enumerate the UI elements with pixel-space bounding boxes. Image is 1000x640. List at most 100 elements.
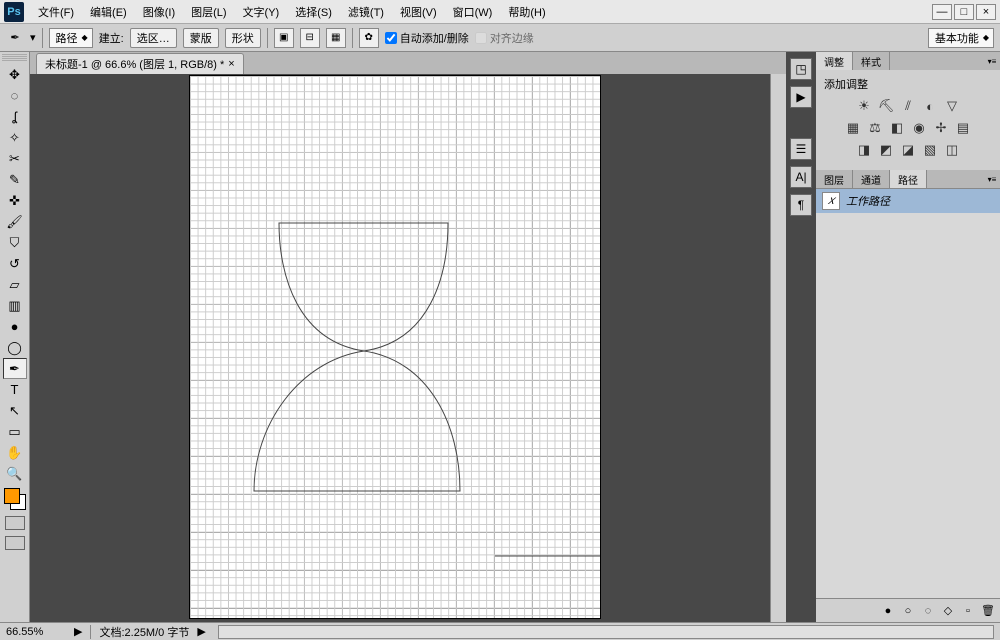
paragraph-panel-icon[interactable]: ¶ <box>790 194 812 216</box>
toolbox-grip[interactable] <box>2 54 27 62</box>
zoom-tool[interactable]: 🔍 <box>3 463 27 484</box>
properties-panel-icon[interactable]: ☰ <box>790 138 812 160</box>
tab-layers[interactable]: 图层 <box>816 170 853 188</box>
eyedropper-tool[interactable]: ✎ <box>3 169 27 190</box>
stroke-path-icon[interactable]: ○ <box>900 603 916 619</box>
colorlookup-icon[interactable]: ▤ <box>955 120 971 136</box>
hue-icon[interactable]: ▦ <box>845 120 861 136</box>
tab-channels[interactable]: 通道 <box>853 170 890 188</box>
threshold-icon[interactable]: ◪ <box>900 142 916 158</box>
make-selection-button[interactable]: 选区… <box>130 28 177 48</box>
document-tab[interactable]: 未标题-1 @ 66.6% (图层 1, RGB/8) * × <box>36 53 244 74</box>
menu-layer[interactable]: 图层(L) <box>183 1 234 23</box>
window-minimize-button[interactable]: — <box>932 4 952 20</box>
make-mask-button[interactable]: 蒙版 <box>183 28 219 48</box>
invert-icon[interactable]: ◨ <box>856 142 872 158</box>
new-path-icon[interactable]: ▫ <box>960 603 976 619</box>
align-edges-checkbox[interactable]: 对齐边缘 <box>475 30 534 46</box>
menu-select[interactable]: 选择(S) <box>287 1 340 23</box>
window-close-button[interactable]: × <box>976 4 996 20</box>
panel-menu-icon[interactable]: ▾≡ <box>984 52 1000 70</box>
make-shape-button[interactable]: 形状 <box>225 28 261 48</box>
gear-icon[interactable]: ✿ <box>359 28 379 48</box>
auto-add-delete-checkbox[interactable]: 自动添加/删除 <box>385 30 469 46</box>
screenmode-toggle[interactable] <box>5 536 25 550</box>
posterize-icon[interactable]: ◩ <box>878 142 894 158</box>
tab-styles[interactable]: 样式 <box>853 52 890 70</box>
horizontal-scrollbar[interactable] <box>218 625 994 639</box>
menu-view[interactable]: 视图(V) <box>392 1 445 23</box>
fill-path-icon[interactable]: ● <box>880 603 896 619</box>
marquee-tool[interactable]: ◌ <box>3 85 27 106</box>
hand-tool[interactable]: ✋ <box>3 442 27 463</box>
chevron-right-icon[interactable]: ▶ <box>197 625 205 638</box>
zoom-level[interactable]: 66.55% <box>6 626 66 638</box>
workspace-select[interactable]: 基本功能 ◆ <box>928 28 994 48</box>
healing-brush-tool[interactable]: ✜ <box>3 190 27 211</box>
document-info[interactable]: 文档:2.25M/0 字节 <box>99 624 189 640</box>
bw-icon[interactable]: ◧ <box>889 120 905 136</box>
eraser-tool[interactable]: ▱ <box>3 274 27 295</box>
path-op-arrange-icon[interactable]: ▦ <box>326 28 346 48</box>
menu-edit[interactable]: 编辑(E) <box>82 1 135 23</box>
photofilter-icon[interactable]: ◉ <box>911 120 927 136</box>
panel-menu-icon[interactable]: ▾≡ <box>984 170 1000 188</box>
make-workpath-icon[interactable]: ◇ <box>940 603 956 619</box>
exposure-icon[interactable]: ◐ <box>922 98 938 114</box>
canvas[interactable] <box>190 76 600 618</box>
path-item-label: 工作路径 <box>846 193 890 209</box>
path-op-combine-icon[interactable]: ▣ <box>274 28 294 48</box>
type-tool[interactable]: T <box>3 379 27 400</box>
adjustments-panel: 添加调整 ☀ ⛏ ⫽ ◐ ▽ ▦ ⚖ ◧ ◉ ✢ ▤ ◨ ◩ ◪ ▧ ◫ <box>816 70 1000 170</box>
curves-icon[interactable]: ⫽ <box>900 98 916 114</box>
vibrance-icon[interactable]: ▽ <box>944 98 960 114</box>
brush-tool[interactable]: 🖌 <box>3 211 27 232</box>
load-selection-icon[interactable]: ◌ <box>920 603 936 619</box>
chevron-right-icon[interactable]: ▶ <box>74 625 82 638</box>
path-item[interactable]: 𝛸 工作路径 <box>816 189 1000 213</box>
separator <box>90 625 91 639</box>
menu-type[interactable]: 文字(Y) <box>235 1 288 23</box>
crop-tool[interactable]: ✂ <box>3 148 27 169</box>
color-swatches[interactable] <box>4 488 26 510</box>
menu-help[interactable]: 帮助(H) <box>500 1 553 23</box>
channelmixer-icon[interactable]: ✢ <box>933 120 949 136</box>
history-brush-tool[interactable]: ↺ <box>3 253 27 274</box>
foreground-color[interactable] <box>4 488 20 504</box>
tab-adjustments[interactable]: 调整 <box>816 52 853 70</box>
menu-image[interactable]: 图像(I) <box>135 1 183 23</box>
path-select-tool[interactable]: ↖ <box>3 400 27 421</box>
close-icon[interactable]: × <box>228 58 234 70</box>
auto-add-delete-input[interactable] <box>385 32 397 44</box>
blur-tool[interactable]: ● <box>3 316 27 337</box>
vertical-scrollbar[interactable] <box>770 74 786 622</box>
magic-wand-tool[interactable]: ✧ <box>3 127 27 148</box>
menu-filter[interactable]: 滤镜(T) <box>340 1 392 23</box>
move-tool[interactable]: ✥ <box>3 64 27 85</box>
tab-paths[interactable]: 路径 <box>890 170 927 188</box>
quickmask-toggle[interactable] <box>5 516 25 530</box>
gradientmap-icon[interactable]: ▧ <box>922 142 938 158</box>
shape-tool[interactable]: ▭ <box>3 421 27 442</box>
menu-window[interactable]: 窗口(W) <box>445 1 501 23</box>
panel-tabs-layers: 图层 通道 路径 ▾≡ <box>816 170 1000 188</box>
gradient-tool[interactable]: ▥ <box>3 295 27 316</box>
path-op-align-icon[interactable]: ⊟ <box>300 28 320 48</box>
levels-icon[interactable]: ⛏ <box>878 98 894 114</box>
menu-file[interactable]: 文件(F) <box>30 1 82 23</box>
window-maximize-button[interactable]: □ <box>954 4 974 20</box>
delete-path-icon[interactable]: 🗑 <box>980 603 996 619</box>
lasso-tool[interactable]: ʆ <box>3 106 27 127</box>
balance-icon[interactable]: ⚖ <box>867 120 883 136</box>
actions-panel-icon[interactable]: ▶ <box>790 86 812 108</box>
history-panel-icon[interactable]: ◳ <box>790 58 812 80</box>
selective-icon[interactable]: ◫ <box>944 142 960 158</box>
dodge-tool[interactable]: ◯ <box>3 337 27 358</box>
character-panel-icon[interactable]: A| <box>790 166 812 188</box>
mode-select[interactable]: 路径 ◆ <box>49 28 93 48</box>
chevron-down-icon[interactable]: ▾ <box>30 31 36 44</box>
paths-list[interactable]: 𝛸 工作路径 <box>816 188 1000 598</box>
brightness-icon[interactable]: ☀ <box>856 98 872 114</box>
clone-stamp-tool[interactable]: ⛉ <box>3 232 27 253</box>
pen-tool[interactable]: ✒ <box>3 358 27 379</box>
